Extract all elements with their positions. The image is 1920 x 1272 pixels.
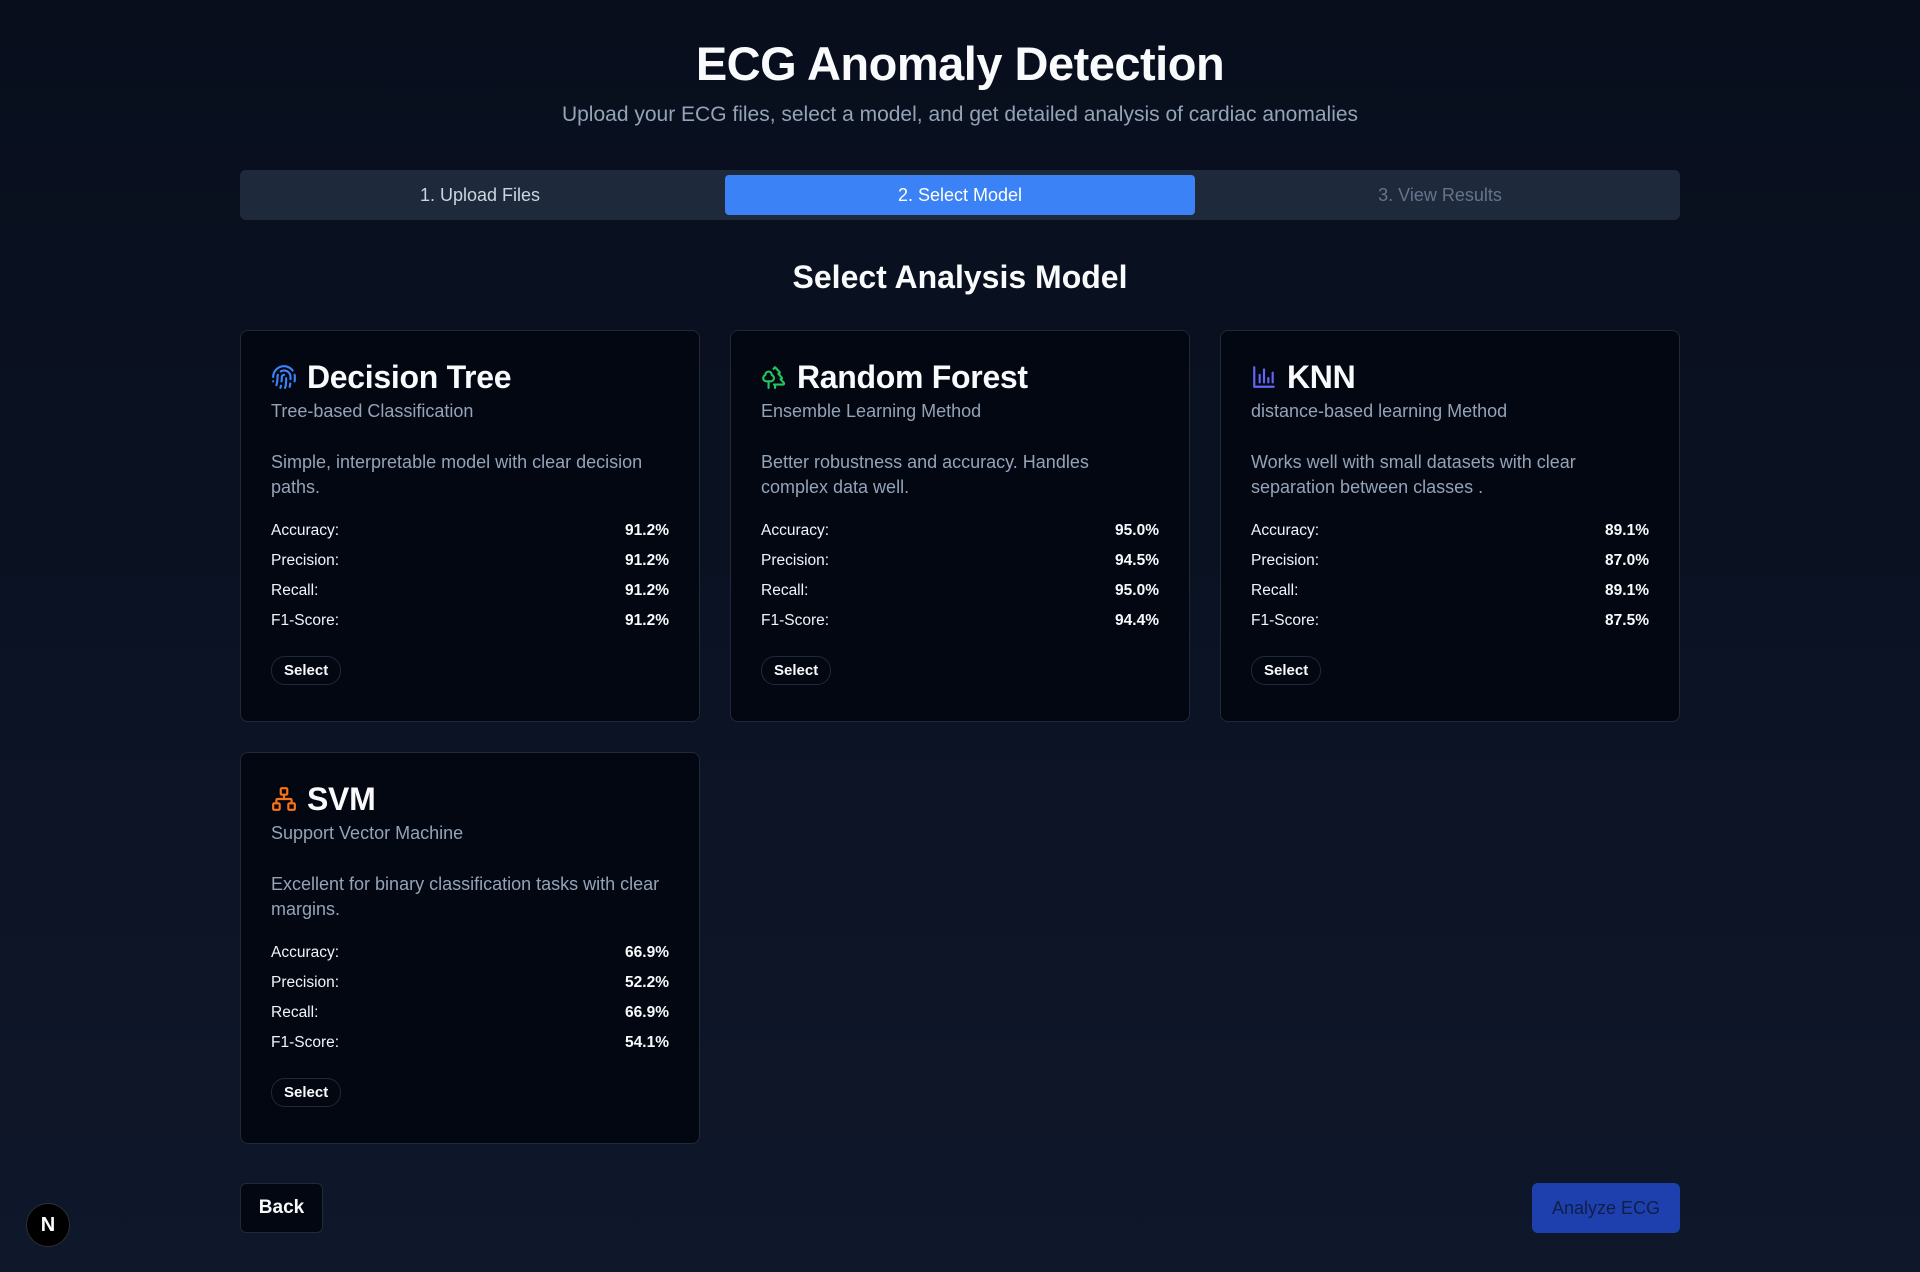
metric-value: 95.0% (1115, 522, 1159, 539)
metric-label: F1-Score: (761, 612, 830, 629)
metric-label: Accuracy: (761, 522, 830, 539)
card-header: Random Forest (761, 359, 1159, 395)
metric-label: Accuracy: (1251, 522, 1320, 539)
model-description: Better robustness and accuracy. Handles … (761, 452, 1089, 497)
model-name: Random Forest (797, 358, 1028, 395)
metric-value: 91.2% (625, 582, 669, 599)
metric-row-accuracy: Accuracy: 95.0% (761, 516, 1159, 546)
metric-label: Precision: (1251, 552, 1320, 569)
metric-row-accuracy: Accuracy: 66.9% (271, 938, 669, 968)
model-subtitle: Tree-based Classification (271, 401, 474, 421)
metrics-list: Accuracy: 91.2% Precision: 91.2% Recall: 91… (271, 516, 669, 636)
model-subtitle: Ensemble Learning Method (761, 401, 982, 421)
model-name: KNN (1287, 358, 1356, 395)
model-card-svm: SVM Support Vector Machine Excellent for… (240, 752, 700, 1144)
metric-value: 66.9% (625, 944, 669, 961)
metric-label: F1-Score: (271, 612, 340, 629)
page: ECG Anomaly Detection Upload your ECG fi… (0, 0, 1920, 1272)
metric-label: Recall: (761, 582, 809, 599)
metric-value: 95.0% (1115, 582, 1159, 599)
dev-tools-badge-icon[interactable]: N (26, 1203, 70, 1247)
card-header: SVM (271, 781, 669, 817)
model-card-decision-tree: Decision Tree Tree-based Classification … (240, 330, 700, 722)
select-decision-tree-button[interactable]: Select (271, 656, 342, 685)
model-name: Decision Tree (307, 358, 512, 395)
metric-row-precision: Precision: 52.2% (271, 968, 669, 998)
metric-row-precision: Precision: 94.5% (761, 546, 1159, 576)
metric-row-f1: F1-Score: 94.4% (761, 606, 1159, 636)
back-button[interactable]: Back (240, 1183, 323, 1233)
bar-chart-icon (1251, 364, 1277, 390)
section-title: Select Analysis Model (792, 259, 1128, 295)
model-subtitle: Support Vector Machine (271, 823, 464, 843)
metric-value: 89.1% (1605, 522, 1649, 539)
metric-label: Precision: (271, 974, 340, 991)
metric-row-f1: F1-Score: 87.5% (1251, 606, 1649, 636)
metric-label: Recall: (271, 582, 319, 599)
metric-label: F1-Score: (1251, 612, 1320, 629)
model-card-random-forest: Random Forest Ensemble Learning Method B… (730, 330, 1190, 722)
network-icon (271, 786, 297, 812)
metric-row-recall: Recall: 95.0% (761, 576, 1159, 606)
metric-label: Precision: (271, 552, 340, 569)
analyze-ecg-button[interactable]: Analyze ECG (1532, 1183, 1680, 1233)
metric-row-accuracy: Accuracy: 91.2% (271, 516, 669, 546)
model-description: Simple, interpretable model with clear d… (271, 452, 643, 497)
metric-value: 94.4% (1115, 612, 1159, 629)
metric-label: F1-Score: (271, 1034, 340, 1051)
page-title: ECG Anomaly Detection (695, 37, 1225, 90)
metric-label: Accuracy: (271, 944, 340, 961)
card-header: Decision Tree (271, 359, 669, 395)
step-tabs: 1. Upload Files 2. Select Model 3. View … (240, 170, 1680, 220)
model-description: Works well with small datasets with clea… (1251, 452, 1576, 497)
model-name: SVM (307, 780, 376, 817)
select-random-forest-button[interactable]: Select (761, 656, 832, 685)
metric-value: 87.0% (1605, 552, 1649, 569)
model-card-knn: KNN distance-based learning Method Works… (1220, 330, 1680, 722)
metrics-list: Accuracy: 95.0% Precision: 94.5% Recall: 95… (761, 516, 1159, 636)
metric-value: 52.2% (625, 974, 669, 991)
metric-row-recall: Recall: 89.1% (1251, 576, 1649, 606)
tab-view-results[interactable]: 3. View Results (1205, 175, 1675, 215)
metric-value: 66.9% (625, 1004, 669, 1021)
metric-label: Accuracy: (271, 522, 340, 539)
metrics-list: Accuracy: 89.1% Precision: 87.0% Recall: 89… (1251, 516, 1649, 636)
metric-row-precision: Precision: 87.0% (1251, 546, 1649, 576)
model-description: Excellent for binary classification task… (271, 874, 660, 919)
metric-value: 91.2% (625, 552, 669, 569)
model-subtitle: distance-based learning Method (1251, 401, 1508, 421)
metric-value: 91.2% (625, 522, 669, 539)
card-header: KNN (1251, 359, 1649, 395)
metric-label: Precision: (761, 552, 830, 569)
metric-row-f1: F1-Score: 91.2% (271, 606, 669, 636)
metric-row-recall: Recall: 91.2% (271, 576, 669, 606)
model-grid: Decision Tree Tree-based Classification … (240, 330, 1680, 1144)
metric-row-accuracy: Accuracy: 89.1% (1251, 516, 1649, 546)
trees-icon (761, 364, 787, 390)
tab-upload-files[interactable]: 1. Upload Files (245, 175, 715, 215)
metric-value: 94.5% (1115, 552, 1159, 569)
metric-row-precision: Precision: 91.2% (271, 546, 669, 576)
metric-row-recall: Recall: 66.9% (271, 998, 669, 1028)
header: ECG Anomaly Detection Upload your ECG fi… (0, 0, 1920, 128)
fingerprint-icon (271, 364, 297, 390)
metric-value: 87.5% (1605, 612, 1649, 629)
metrics-list: Accuracy: 66.9% Precision: 52.2% Recall: 66… (271, 938, 669, 1058)
metric-label: Recall: (271, 1004, 319, 1021)
page-subtitle: Upload your ECG files, select a model, a… (561, 103, 1359, 126)
select-svm-button[interactable]: Select (271, 1078, 342, 1107)
tab-select-model[interactable]: 2. Select Model (725, 175, 1195, 215)
metric-value: 89.1% (1605, 582, 1649, 599)
metric-value: 91.2% (625, 612, 669, 629)
metric-value: 54.1% (625, 1034, 669, 1051)
select-knn-button[interactable]: Select (1251, 656, 1322, 685)
metric-row-f1: F1-Score: 54.1% (271, 1028, 669, 1058)
metric-label: Recall: (1251, 582, 1299, 599)
